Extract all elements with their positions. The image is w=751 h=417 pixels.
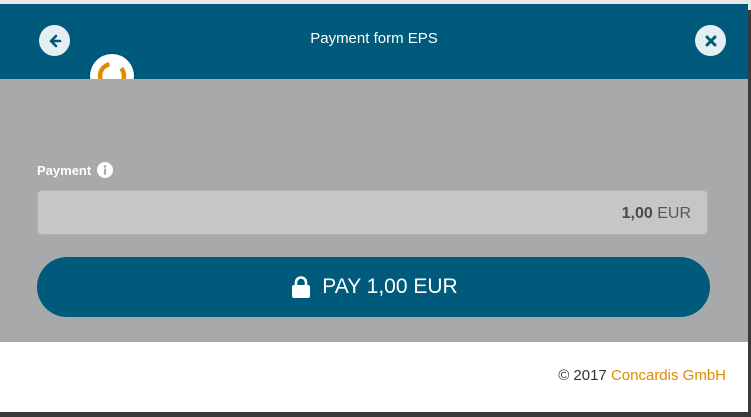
payment-dialog: Payment form EPS Payment 1,00 EUR PAY 1,… — [0, 4, 748, 412]
close-button[interactable] — [695, 25, 726, 56]
footer-copyright: © 2017 Concardis GmbH — [558, 367, 726, 384]
copyright-text: © 2017 — [558, 367, 607, 384]
dialog-title: Payment form EPS — [310, 30, 438, 47]
payment-label: Payment — [37, 162, 92, 178]
payment-label-row: Payment — [37, 162, 114, 178]
lock-icon — [292, 276, 311, 298]
amount-currency: EUR — [657, 205, 691, 222]
amount-field[interactable]: 1,00 EUR — [37, 190, 708, 235]
pay-button[interactable]: PAY 1,00 EUR — [37, 257, 710, 317]
brand-link[interactable]: Concardis GmbH — [611, 367, 726, 384]
amount-value: 1,00 — [621, 205, 653, 222]
pay-button-label: PAY 1,00 EUR — [322, 275, 458, 298]
info-icon[interactable] — [97, 162, 114, 178]
close-icon — [705, 35, 716, 46]
